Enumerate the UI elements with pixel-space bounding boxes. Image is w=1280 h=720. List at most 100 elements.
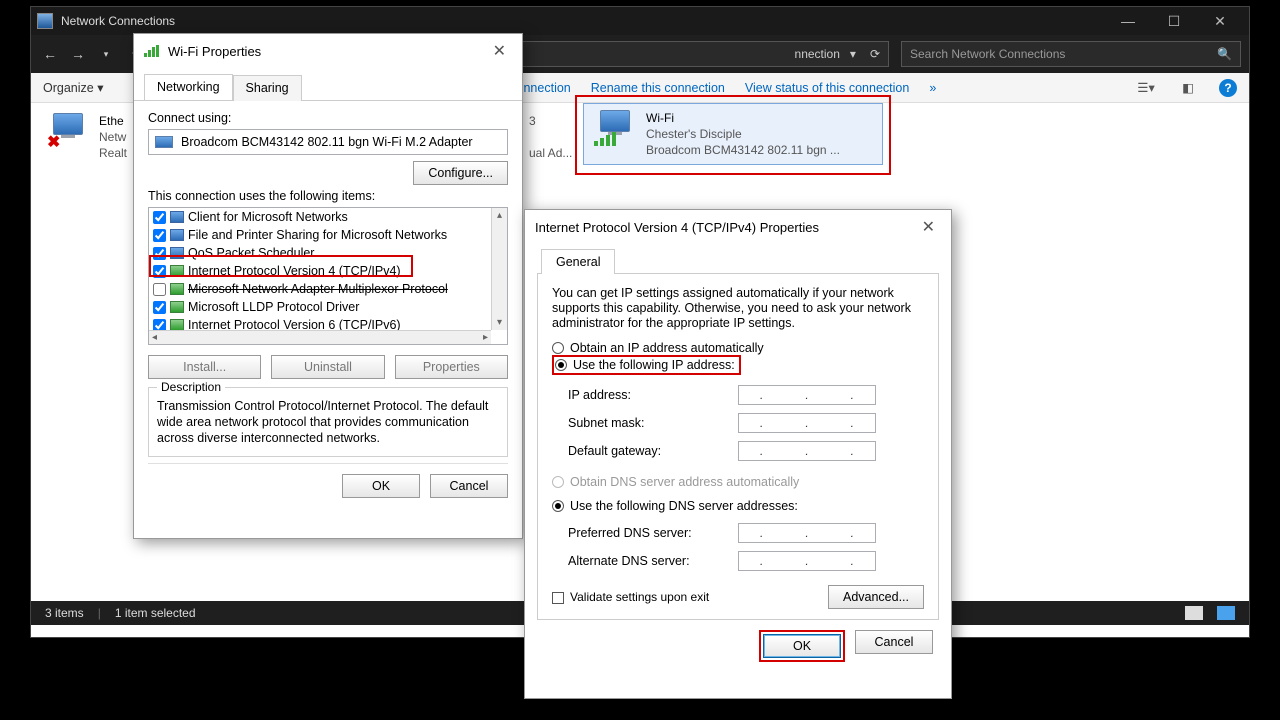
protocol-list[interactable]: Client for Microsoft Networks File and P… [148,207,508,345]
description-text: Transmission Control Protocol/Internet P… [157,398,499,446]
adapter-middle-fragment: 3ual Ad... [529,113,572,161]
rename-connection[interactable]: Rename this connection [591,81,725,95]
adapter-field[interactable]: Broadcom BCM43142 802.11 bgn Wi-Fi M.2 A… [148,129,508,155]
search-box[interactable]: Search Network Connections 🔍 [901,41,1241,67]
address-tail: nnection [795,47,840,61]
view-options-icon[interactable]: ☰▾ [1135,77,1157,99]
status-selected-count: 1 item selected [115,606,196,620]
dialog-titlebar[interactable]: Internet Protocol Version 4 (TCP/IPv4) P… [525,210,951,244]
search-icon: 🔍 [1217,47,1232,61]
vertical-scrollbar[interactable]: ▴▾ [491,208,507,330]
protocol-item-ipv4[interactable]: Internet Protocol Version 4 (TCP/IPv4) [149,262,507,280]
option-obtain-ip-auto[interactable]: Obtain an IP address automatically [552,341,924,355]
connect-using-label: Connect using: [148,111,508,125]
radio-icon [552,476,564,488]
info-text: You can get IP settings assigned automat… [552,286,924,331]
protocol-checkbox[interactable] [153,265,166,278]
help-icon[interactable]: ? [1219,79,1237,97]
refresh-icon[interactable]: ⟳ [870,47,880,61]
maximize-button[interactable]: ☐ [1151,7,1197,35]
preview-pane-icon[interactable]: ◧ [1177,77,1199,99]
alt-dns-label: Alternate DNS server: [568,554,738,568]
protocol-checkbox[interactable] [153,283,166,296]
ipv4-properties-dialog: Internet Protocol Version 4 (TCP/IPv4) P… [524,209,952,699]
protocol-checkbox[interactable] [153,229,166,242]
adapter-text: Broadcom BCM43142 802.11 bgn Wi-Fi M.2 A… [181,135,473,149]
close-button[interactable]: ✕ [1197,7,1243,35]
checkbox-icon[interactable] [552,592,564,604]
dialog-title: Internet Protocol Version 4 (TCP/IPv4) P… [535,220,819,235]
disable-connection[interactable]: nnection [523,81,570,95]
radio-icon[interactable] [555,359,567,371]
close-icon[interactable]: ✕ [487,41,512,61]
gateway-input[interactable]: ... [738,441,876,461]
recent-dropdown[interactable]: ▾ [95,43,117,65]
items-label: This connection uses the following items… [148,189,508,203]
back-button[interactable]: ← [39,43,61,65]
titlebar[interactable]: Network Connections — ☐ ✕ [31,7,1249,35]
annotation-ok-highlight: OK [759,630,845,662]
view-details-icon[interactable] [1185,606,1203,620]
view-tiles-icon[interactable] [1217,606,1235,620]
description-label: Description [157,380,225,394]
more-commands[interactable]: » [929,81,936,95]
dialog-titlebar[interactable]: Wi-Fi Properties ✕ [134,34,522,68]
horizontal-scrollbar[interactable]: ◂▸ [149,330,491,344]
protocol-checkbox[interactable] [153,301,166,314]
tab-networking[interactable]: Networking [144,74,233,100]
advanced-button[interactable]: Advanced... [828,585,924,609]
search-placeholder: Search Network Connections [910,47,1065,61]
protocol-checkbox[interactable] [153,211,166,224]
adapter-wifi[interactable]: Wi-Fi Chester's Disciple Broadcom BCM431… [583,103,883,165]
ip-address-input[interactable]: ... [738,385,876,405]
protocol-item[interactable]: File and Printer Sharing for Microsoft N… [149,226,507,244]
adapter-name: Wi-Fi [646,110,840,126]
pref-dns-label: Preferred DNS server: [568,526,738,540]
tab-general[interactable]: General [541,249,615,274]
minimize-button[interactable]: — [1105,7,1151,35]
radio-icon[interactable] [552,500,564,512]
protocol-item[interactable]: Microsoft LLDP Protocol Driver [149,298,507,316]
forward-button[interactable]: → [67,43,89,65]
protocol-item[interactable]: Client for Microsoft Networks [149,208,507,226]
wifi-icon [144,45,160,57]
option-use-following-dns[interactable]: Use the following DNS server addresses: [552,499,924,513]
address-dropdown-icon[interactable]: ▾ [850,47,856,61]
option-use-following-ip[interactable]: Use the following IP address: [555,358,735,372]
subnet-label: Subnet mask: [568,416,738,430]
ok-button[interactable]: OK [763,634,841,658]
annotation-use-ip-highlight: Use the following IP address: [552,355,741,375]
ok-button[interactable]: OK [342,474,420,498]
uninstall-button[interactable]: Uninstall [271,355,384,379]
close-icon[interactable]: ✕ [916,217,941,237]
view-status[interactable]: View status of this connection [745,81,909,95]
adapter-name: Ethe [99,113,127,129]
install-button[interactable]: Install... [148,355,261,379]
properties-button[interactable]: Properties [395,355,508,379]
adapter-icon [594,110,638,148]
nic-icon [155,136,173,148]
adapter-icon: ✖ [47,113,91,151]
cancel-button[interactable]: Cancel [430,474,508,498]
window-title: Network Connections [61,14,175,28]
configure-button[interactable]: Configure... [413,161,508,185]
subnet-input[interactable]: ... [738,413,876,433]
protocol-item[interactable]: QoS Packet Scheduler [149,244,507,262]
tab-sharing[interactable]: Sharing [233,75,302,101]
protocol-checkbox[interactable] [153,247,166,260]
protocol-item[interactable]: Microsoft Network Adapter Multiplexor Pr… [149,280,507,298]
general-panel: You can get IP settings assigned automat… [537,273,939,620]
ip-address-label: IP address: [568,388,738,402]
alt-dns-input[interactable]: ... [738,551,876,571]
wifi-properties-dialog: Wi-Fi Properties ✕ Networking Sharing Co… [133,33,523,539]
validate-checkbox-row[interactable]: Validate settings upon exit [552,590,709,604]
status-item-count: 3 items [45,606,84,620]
description-group: Description Transmission Control Protoco… [148,387,508,457]
dialog-title: Wi-Fi Properties [168,44,261,59]
organize-menu[interactable]: Organize ▾ [43,80,103,95]
radio-icon[interactable] [552,342,564,354]
pref-dns-input[interactable]: ... [738,523,876,543]
window-icon [37,13,53,29]
option-obtain-dns-auto: Obtain DNS server address automatically [552,475,924,489]
cancel-button[interactable]: Cancel [855,630,933,654]
